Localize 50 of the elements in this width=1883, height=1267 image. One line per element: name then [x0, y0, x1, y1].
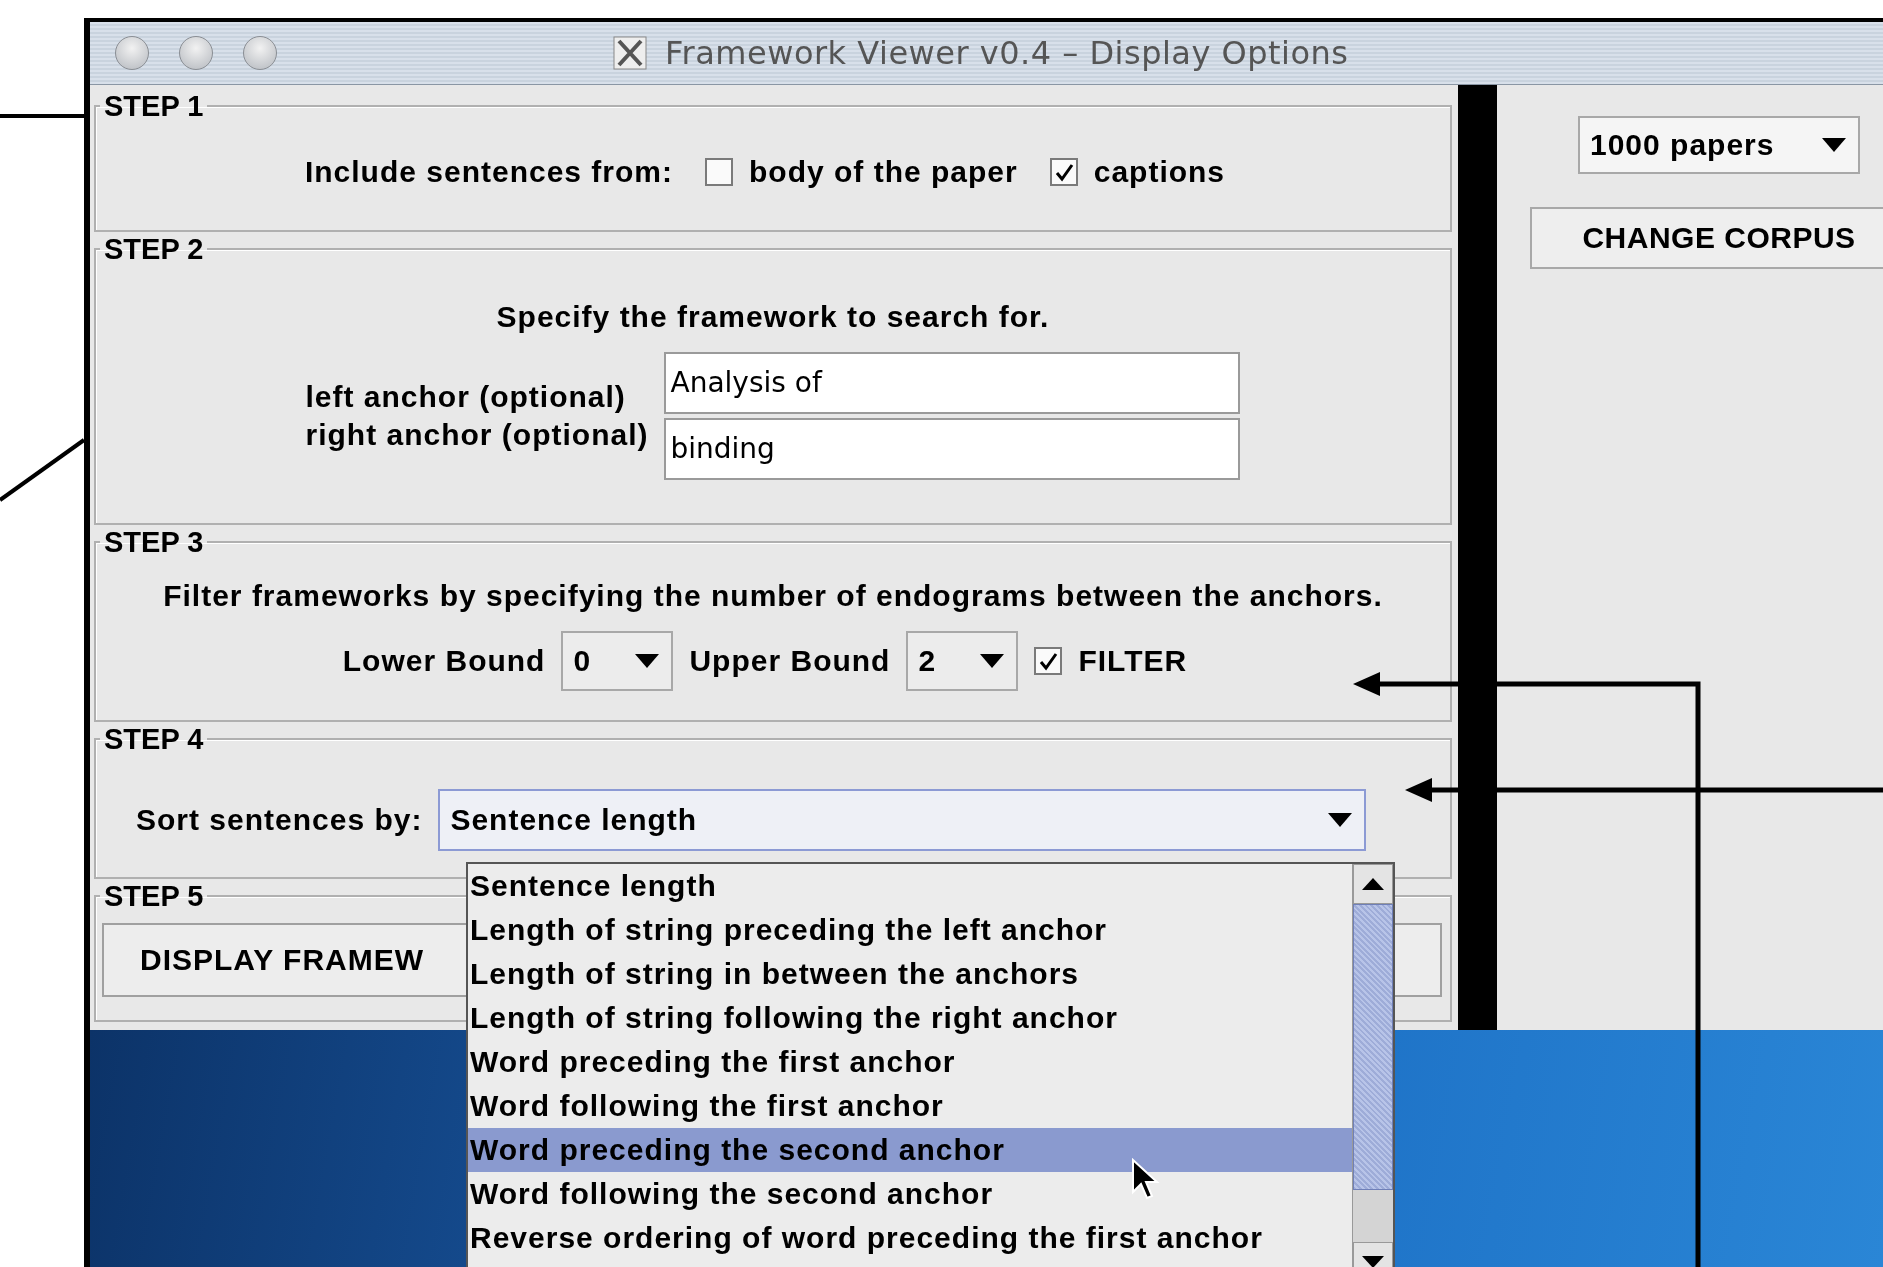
sort-label: Sort sentences by:: [136, 802, 423, 837]
step-title: STEP 1: [104, 90, 204, 122]
sort-dropdown[interactable]: Sentence length: [438, 788, 1367, 851]
corpus-dropdown[interactable]: 1000 papers: [1578, 116, 1860, 174]
field-label: right anchor (optional): [305, 417, 649, 452]
include-label: Include sentences from:: [304, 154, 673, 189]
mouse-pointer-icon: [1131, 1158, 1161, 1200]
change-corpus-button[interactable]: CHANGE CORPUS: [1530, 207, 1883, 269]
window-button[interactable]: [179, 36, 213, 70]
triangle-up-icon: [1362, 878, 1384, 890]
scrollbar[interactable]: [1352, 864, 1393, 1267]
window-button[interactable]: [243, 36, 277, 70]
caret-icon: [1328, 812, 1353, 827]
dropdown-option[interactable]: Word following the second anchor: [468, 1172, 1352, 1216]
scroll-up-button[interactable]: [1353, 864, 1393, 904]
triangle-down-icon: [1362, 1256, 1384, 1267]
checkbox[interactable]: [705, 157, 733, 186]
input-field[interactable]: Analysis of: [664, 351, 1241, 414]
step-title: STEP 5: [104, 880, 204, 912]
window-button[interactable]: [115, 36, 149, 70]
input-field[interactable]: binding: [664, 417, 1241, 480]
bound-label: Upper Bound: [689, 643, 891, 678]
dropdown-option[interactable]: Length of string preceding the left anchor: [468, 908, 1352, 952]
number-dropdown[interactable]: 2: [906, 630, 1019, 691]
scrollbar-thumb[interactable]: [1353, 904, 1393, 1190]
checkbox[interactable]: [1034, 646, 1063, 675]
window-title: Framework Viewer v0.4 – Display Options: [665, 34, 1349, 72]
bound-label: Lower Bound: [342, 643, 546, 678]
dropdown-option[interactable]: Length of string following the right anchor: [468, 996, 1352, 1040]
step-heading: Specify the framework to search for.: [495, 299, 1051, 334]
dropdown-option[interactable]: Word preceding the second anchor: [468, 1128, 1352, 1172]
dropdown-option[interactable]: Length of string in between the anchors: [468, 952, 1352, 996]
number-dropdown[interactable]: 0: [561, 630, 674, 691]
checkbox[interactable]: [1049, 157, 1078, 186]
step-title: STEP 2: [104, 233, 204, 265]
checkbox-label: FILTER: [1078, 643, 1188, 678]
step-title: STEP 4: [104, 723, 204, 755]
checkbox-label: captions: [1093, 154, 1226, 189]
dropdown-option[interactable]: Sentence length: [468, 864, 1352, 908]
dropdown-option[interactable]: Word following the first anchor: [468, 1084, 1352, 1128]
caret-icon: [635, 653, 660, 668]
dropdown-option[interactable]: Reverse ordering of word preceding the first anchor: [468, 1216, 1352, 1260]
step-description: Filter frameworks by specifying the number of endograms between the anchors.: [162, 578, 1384, 613]
x-logo-icon: [613, 36, 647, 70]
caret-icon: [1822, 138, 1846, 152]
caret-icon: [980, 653, 1005, 668]
step-title: STEP 3: [104, 526, 204, 558]
field-label: left anchor (optional): [305, 379, 627, 414]
dropdown-option[interactable]: Word preceding the first anchor: [468, 1040, 1352, 1084]
checkbox-label: body of the paper: [749, 154, 1018, 189]
